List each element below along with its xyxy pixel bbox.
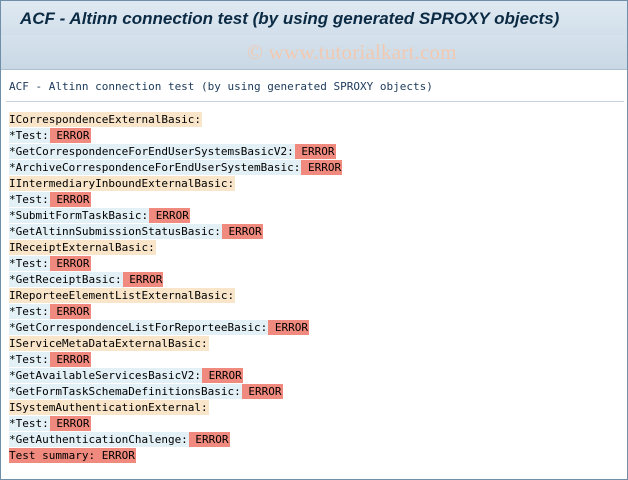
interface-name: IServiceMetaDataExternalBasic:	[9, 336, 209, 351]
error-status: ERROR	[221, 224, 263, 239]
error-status: ERROR	[49, 304, 91, 319]
method-result-line: *Test: ERROR	[9, 192, 342, 208]
error-status: ERROR	[49, 416, 91, 431]
method-name: *Test:	[9, 192, 50, 207]
error-status: ERROR	[49, 352, 91, 367]
test-summary: Test summary: ERROR	[9, 448, 136, 463]
error-status: ERROR	[202, 368, 243, 383]
method-result-line: *GetCorrespondenceForEndUserSystemsBasic…	[9, 144, 342, 160]
method-name: *SubmitFormTaskBasic:	[9, 208, 150, 223]
title-bar: ACF - Altinn connection test (by using g…	[1, 1, 627, 35]
error-status: ERROR	[241, 384, 283, 399]
error-status: ERROR	[268, 320, 310, 335]
method-name: *GetReceiptBasic:	[9, 272, 123, 287]
list-header: ACF - Altinn connection test (by using g…	[9, 80, 433, 93]
application-toolbar: © www.tutorialkart.com	[1, 35, 627, 70]
interface-name: ICorrespondenceExternalBasic:	[9, 112, 203, 127]
interface-line: IIntermediaryInboundExternalBasic:	[9, 176, 342, 192]
method-result-line: *GetFormTaskSchemaDefinitionsBasic: ERRO…	[9, 384, 342, 400]
method-name: *GetCorrespondenceForEndUserSystemsBasic…	[9, 144, 295, 159]
header-divider	[6, 101, 624, 102]
method-result-line: *Test: ERROR	[9, 256, 342, 272]
method-result-line: *Test: ERROR	[9, 128, 342, 144]
method-result-line: *Test: ERROR	[9, 352, 342, 368]
result-lines: ICorrespondenceExternalBasic: *Test: ERRO…	[9, 112, 343, 464]
error-status: ERROR	[49, 192, 91, 207]
error-status: ERROR	[49, 256, 91, 271]
method-result-line: *ArchiveCorrespondenceForEndUserSystemBa…	[9, 160, 343, 176]
method-name: *Test:	[9, 304, 50, 319]
error-status: ERROR	[188, 432, 230, 447]
method-name: *GetAltinnSubmissionStatusBasic:	[9, 224, 222, 239]
error-status: ERROR	[294, 144, 336, 159]
interface-line: ICorrespondenceExternalBasic:	[9, 112, 342, 128]
method-name: *Test:	[9, 352, 50, 367]
interface-line: IServiceMetaDataExternalBasic:	[9, 336, 342, 352]
interface-line: IReceiptExternalBasic:	[9, 240, 342, 256]
method-result-line: *GetAvailableServicesBasicV2: ERROR	[9, 368, 342, 384]
method-result-line: *SubmitFormTaskBasic: ERROR	[9, 208, 342, 224]
method-result-line: *GetCorrespondenceListForReporteeBasic: …	[9, 320, 342, 336]
interface-name: IReporteeElementListExternalBasic:	[9, 288, 236, 303]
list-output: ACF - Altinn connection test (by using g…	[1, 70, 627, 478]
interface-name: ISystemAuthenticationExternal:	[9, 400, 209, 415]
interface-name: IReceiptExternalBasic:	[9, 240, 156, 255]
error-status: ERROR	[149, 208, 190, 223]
method-name: *Test:	[9, 128, 50, 143]
interface-line: ISystemAuthenticationExternal:	[9, 400, 342, 416]
method-result-line: *GetAltinnSubmissionStatusBasic: ERROR	[9, 224, 342, 240]
method-name: *GetAvailableServicesBasicV2:	[9, 368, 203, 383]
watermark: © www.tutorialkart.com	[247, 40, 457, 64]
error-status: ERROR	[301, 160, 343, 175]
summary-line: Test summary: ERROR	[9, 448, 342, 464]
error-status: ERROR	[122, 272, 164, 287]
method-name: *Test:	[9, 416, 50, 431]
method-name: *GetCorrespondenceListForReporteeBasic:	[9, 320, 269, 335]
method-name: *GetFormTaskSchemaDefinitionsBasic:	[9, 384, 242, 399]
method-result-line: *Test: ERROR	[9, 304, 342, 320]
window-title: ACF - Altinn connection test (by using g…	[20, 9, 560, 28]
method-result-line: *GetReceiptBasic: ERROR	[9, 272, 342, 288]
interface-name: IIntermediaryInboundExternalBasic:	[9, 176, 236, 191]
method-name: *Test:	[9, 256, 50, 271]
method-result-line: *GetAuthenticationChalenge: ERROR	[9, 432, 342, 448]
method-name: *ArchiveCorrespondenceForEndUserSystemBa…	[9, 160, 302, 175]
error-status: ERROR	[49, 128, 91, 143]
interface-line: IReporteeElementListExternalBasic:	[9, 288, 342, 304]
method-name: *GetAuthenticationChalenge:	[9, 432, 189, 447]
method-result-line: *Test: ERROR	[9, 416, 342, 432]
